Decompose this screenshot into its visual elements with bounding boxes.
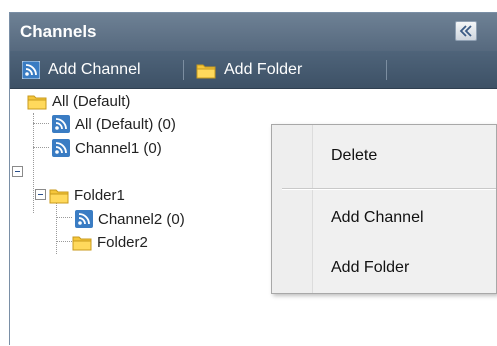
folder1-expander[interactable] — [35, 189, 46, 200]
tree-node-label: Folder2 — [97, 233, 148, 251]
tree-connector — [33, 147, 49, 148]
rss-icon — [52, 115, 70, 133]
tree-connector — [56, 241, 72, 242]
tree-node-channel[interactable]: All (Default) (0) — [52, 112, 176, 136]
tree-connector — [33, 123, 49, 124]
collapse-button[interactable] — [455, 21, 477, 41]
panel-header: Channels — [10, 13, 497, 51]
add-channel-label: Add Channel — [48, 61, 141, 78]
tree-node-label: Channel1 (0) — [75, 139, 162, 157]
folder-open-icon — [27, 95, 47, 109]
tree-connector — [56, 217, 72, 218]
tree-node-label: All (Default) — [52, 92, 131, 110]
menu-icon-gutter — [272, 125, 313, 293]
add-channel-button[interactable]: Add Channel — [22, 58, 141, 82]
menu-separator — [282, 188, 496, 190]
tree-node-folder[interactable]: Folder2 — [72, 230, 148, 254]
folder-open-icon — [49, 189, 69, 203]
rss-icon — [22, 61, 40, 79]
menu-item-add-channel[interactable]: Add Channel — [312, 203, 497, 233]
menu-item-add-folder[interactable]: Add Folder — [312, 253, 497, 283]
tree-node-all-default[interactable]: All (Default) — [27, 89, 130, 113]
toolbar-divider — [386, 60, 387, 80]
folder-icon — [196, 64, 216, 78]
toolbar: Add Channel Add Folder — [10, 51, 497, 89]
add-folder-label: Add Folder — [224, 61, 303, 78]
tree-node-channel[interactable]: Channel2 (0) — [75, 207, 185, 231]
tree-node-folder[interactable]: Folder1 — [49, 183, 125, 207]
tree-node-label: Channel2 (0) — [98, 210, 185, 228]
toolbar-divider — [183, 60, 184, 80]
tree-connector — [33, 113, 34, 213]
double-chevron-left-icon — [459, 25, 472, 37]
tree-node-channel[interactable]: Channel1 (0) — [52, 136, 162, 160]
root-expander[interactable] — [12, 166, 23, 177]
rss-icon — [52, 139, 70, 157]
panel-title: Channels — [20, 22, 97, 41]
tree-node-label: All (Default) (0) — [75, 115, 176, 133]
rss-icon — [75, 210, 93, 228]
tree-node-label: Folder1 — [74, 186, 125, 204]
add-folder-button[interactable]: Add Folder — [196, 58, 302, 82]
menu-item-delete[interactable]: Delete — [312, 141, 497, 171]
folder-icon — [72, 236, 92, 250]
context-menu: Delete Add Channel Add Folder — [271, 124, 497, 294]
